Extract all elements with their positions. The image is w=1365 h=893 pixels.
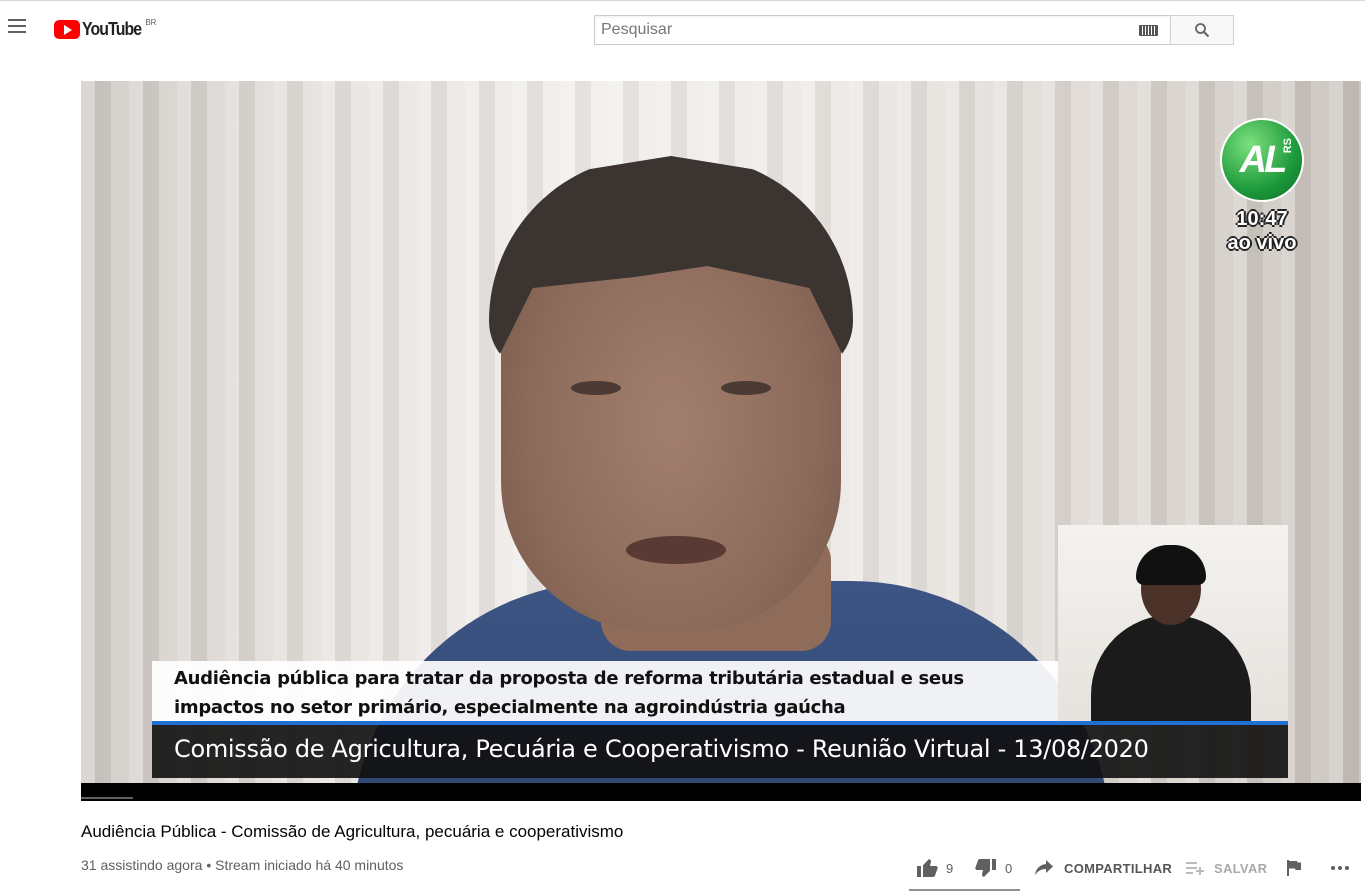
country-code: BR [145,18,157,27]
keyboard-icon[interactable] [1139,25,1158,36]
search-bar [594,15,1234,45]
program-box: Comissão de Agricultura, Pecuária e Coop… [152,725,1288,778]
video-title: Audiência Pública - Comissão de Agricult… [81,822,624,841]
hamburger-menu-icon[interactable] [8,19,28,35]
share-arrow-icon [1035,860,1053,875]
youtube-logo[interactable]: YouTube BR [54,18,157,40]
headline-box: Audiência pública para tratar da propost… [152,661,1058,721]
speaker-mouth [626,536,726,564]
lower-third-caption: Audiência pública para tratar da propost… [152,661,1288,778]
action-bar: 9 0 COMPARTILHAR SALVAR [910,848,1365,888]
channel-logo-region: RS [1282,138,1294,154]
video-player[interactable]: AL RS 10:47 ao vivo Audiência pública pa… [81,81,1361,801]
live-label: ao vivo [1227,232,1297,254]
masthead: YouTube BR [0,0,1365,57]
sentiment-bar [909,889,1020,891]
thumbs-down-icon [975,859,996,877]
report-button[interactable] [1287,848,1301,888]
speaker-eye [571,381,621,395]
channel-logo: AL RS [1220,118,1304,202]
video-frame: AL RS 10:47 ao vivo Audiência pública pa… [81,81,1361,783]
like-count: 9 [946,860,954,876]
live-time: 10:47 [1236,208,1288,230]
video-meta: 31 assistindo agora • Stream iniciado há… [81,857,403,873]
logo-text: YouTube [82,19,142,39]
add-to-playlist-icon [1186,862,1204,875]
dislike-count: 0 [1005,860,1013,876]
like-button[interactable]: 9 [916,848,954,888]
progress-bar[interactable] [81,797,133,799]
headline-line-2: impactos no setor primário, especialment… [174,697,846,718]
headline-line-1: Audiência pública para tratar da propost… [174,668,964,689]
program-title: Comissão de Agricultura, Pecuária e Coop… [174,735,1149,763]
stream-info: Stream iniciado há 40 minutos [215,857,404,873]
thumbs-up-icon [917,859,938,877]
search-input[interactable] [595,16,1125,44]
search-icon [1195,23,1210,38]
interpreter-hair [1136,545,1206,585]
dislike-button[interactable]: 0 [975,848,1013,888]
search-button[interactable] [1170,15,1234,45]
more-horizontal-icon [1331,866,1349,870]
meta-separator: • [206,857,212,873]
share-button[interactable]: COMPARTILHAR [1034,848,1172,888]
speaker-eye [721,381,771,395]
share-label: COMPARTILHAR [1064,860,1173,876]
save-button[interactable]: SALVAR [1186,848,1267,888]
play-logo-icon [54,20,80,39]
more-actions-button[interactable] [1330,848,1350,888]
save-label: SALVAR [1214,860,1268,876]
viewer-count: 31 assistindo agora [81,857,203,873]
flag-icon [1287,860,1301,876]
channel-logo-text: AL [1239,138,1288,181]
search-box [594,15,1170,45]
